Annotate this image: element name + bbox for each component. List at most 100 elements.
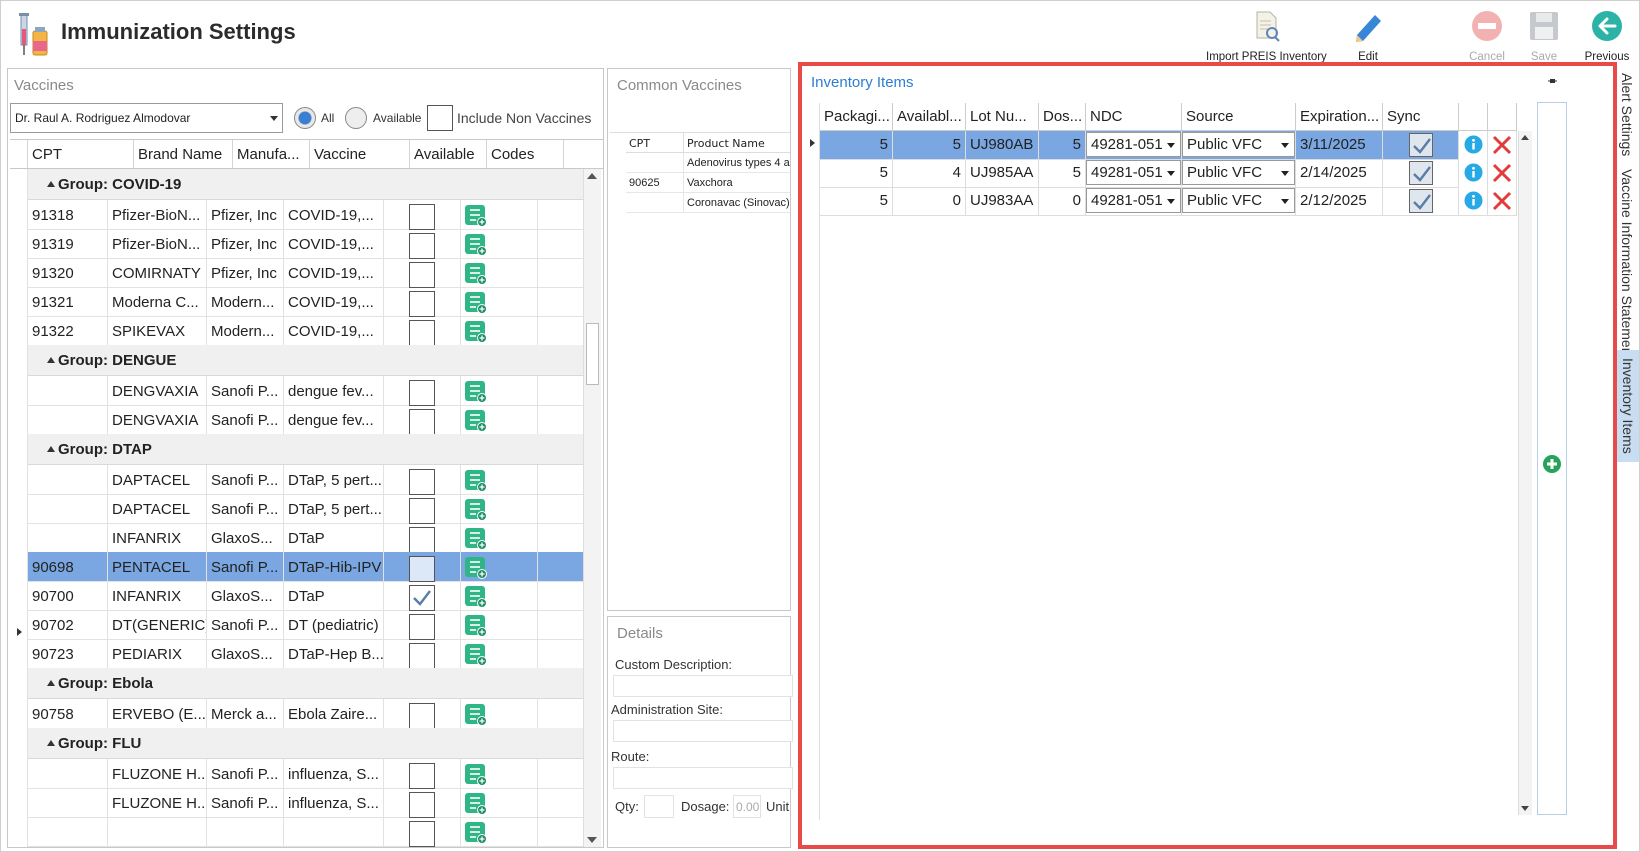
table-row[interactable]: 90758 ERVEBO (E... Merck a... Ebola Zaire..…: [28, 699, 583, 729]
packaging-cell[interactable]: 5: [820, 131, 893, 160]
group-header[interactable]: Group: FLU: [28, 728, 583, 759]
codes-list-icon[interactable]: [465, 615, 487, 637]
available-checkbox[interactable]: [409, 703, 435, 729]
column-header-source[interactable]: Source: [1182, 103, 1296, 131]
list-item[interactable]: 90625 Vaxchora: [626, 173, 790, 193]
column-header-cpt[interactable]: CPT: [28, 140, 134, 168]
available-checkbox[interactable]: [409, 498, 435, 524]
cancel-button[interactable]: Cancel: [1462, 7, 1512, 63]
table-row[interactable]: DENGVAXIA Sanofi P... dengue fev...: [28, 376, 583, 406]
lot-number-cell[interactable]: UJ980AB: [966, 131, 1039, 160]
lot-number-cell[interactable]: UJ985AA: [966, 159, 1039, 188]
pin-icon[interactable]: [1548, 77, 1558, 87]
qty-field[interactable]: [644, 795, 674, 818]
column-header-expiration[interactable]: Expiration...: [1296, 103, 1383, 131]
list-item[interactable]: Adenovirus types 4 a: [626, 153, 790, 173]
provider-dropdown[interactable]: Dr. Raul A. Rodriguez Almodovar: [10, 103, 283, 133]
codes-list-icon[interactable]: [465, 292, 487, 314]
inventory-row[interactable]: 5 0 UJ983AA 0 49281-051 Public VFC 2/12/2025: [820, 187, 1517, 216]
table-row[interactable]: INFANRIX GlaxoS... DTaP: [28, 523, 583, 553]
codes-list-icon[interactable]: [465, 557, 487, 579]
codes-list-icon[interactable]: [465, 499, 487, 521]
codes-list-icon[interactable]: [465, 470, 487, 492]
expiration-cell[interactable]: 2/12/2025: [1296, 187, 1383, 216]
save-button[interactable]: Save: [1519, 7, 1569, 63]
filter-all-radio[interactable]: [294, 107, 316, 129]
available-checkbox[interactable]: [409, 763, 435, 789]
available-checkbox[interactable]: [409, 643, 435, 669]
tab-inventory-items[interactable]: Inventory Items: [1617, 350, 1639, 462]
dosage-field[interactable]: 0.00: [733, 795, 761, 818]
column-header-available[interactable]: Availabl...: [893, 103, 966, 131]
column-header-available[interactable]: Available: [410, 140, 487, 168]
scroll-down-icon[interactable]: [587, 837, 597, 843]
column-header-codes[interactable]: Codes: [487, 140, 564, 168]
column-header-cpt[interactable]: CPT: [626, 133, 684, 152]
available-checkbox[interactable]: [409, 233, 435, 259]
column-header-delete[interactable]: [1488, 103, 1517, 131]
column-header-manufacturer[interactable]: Manufa...: [233, 140, 310, 168]
expiration-cell[interactable]: 3/11/2025: [1296, 131, 1383, 160]
available-checkbox[interactable]: [409, 585, 435, 611]
available-checkbox[interactable]: [409, 792, 435, 818]
doses-cell[interactable]: 0: [1039, 187, 1086, 216]
available-cell[interactable]: 5: [893, 131, 966, 160]
table-row[interactable]: FLUZONE H... Sanofi P... influenza, S...: [28, 759, 583, 789]
ndc-dropdown[interactable]: 49281-051: [1086, 160, 1181, 185]
table-row[interactable]: FLUZONE H... Sanofi P... influenza, S...: [28, 788, 583, 818]
delete-x-icon[interactable]: [1492, 135, 1512, 155]
column-header-ndc[interactable]: NDC: [1086, 103, 1182, 131]
source-dropdown[interactable]: Public VFC: [1182, 188, 1295, 213]
available-checkbox[interactable]: [409, 262, 435, 288]
list-item[interactable]: Coronavac (Sinovac): [626, 193, 790, 213]
table-row[interactable]: 90723 PEDIARIX GlaxoS... DTaP-Hep B...: [28, 639, 583, 669]
inventory-row[interactable]: 5 5 UJ980AB 5 49281-051 Public VFC 3/11/2025: [820, 131, 1517, 160]
codes-list-icon[interactable]: [465, 822, 487, 844]
codes-list-icon[interactable]: [465, 410, 487, 432]
doses-cell[interactable]: 5: [1039, 131, 1086, 160]
available-checkbox[interactable]: [409, 614, 435, 640]
codes-list-icon[interactable]: [465, 586, 487, 608]
group-header[interactable]: Group: DENGUE: [28, 345, 583, 376]
administration-site-field[interactable]: [613, 720, 793, 742]
available-cell[interactable]: 4: [893, 159, 966, 188]
codes-list-icon[interactable]: [465, 234, 487, 256]
info-icon[interactable]: [1464, 191, 1483, 210]
table-row[interactable]: 91318 Pfizer-BioN... Pfizer, Inc COVID-19,.…: [28, 200, 583, 230]
source-dropdown[interactable]: Public VFC: [1182, 132, 1295, 157]
column-header-packaging[interactable]: Packagi...: [820, 103, 893, 131]
route-field[interactable]: [613, 767, 793, 789]
available-checkbox[interactable]: [409, 821, 435, 847]
vaccines-scrollbar[interactable]: [583, 169, 601, 847]
expand-triangle-icon[interactable]: [47, 357, 55, 363]
scroll-up-icon[interactable]: [1521, 135, 1529, 140]
add-circle-icon[interactable]: [1542, 454, 1562, 474]
codes-list-icon[interactable]: [465, 793, 487, 815]
scroll-down-icon[interactable]: [1521, 806, 1529, 811]
available-checkbox[interactable]: [409, 409, 435, 435]
expand-triangle-icon[interactable]: [47, 680, 55, 686]
available-checkbox[interactable]: [409, 469, 435, 495]
codes-list-icon[interactable]: [465, 321, 487, 343]
available-checkbox[interactable]: [409, 527, 435, 553]
table-row[interactable]: 91322 SPIKEVAX Modern... COVID-19,...: [28, 316, 583, 346]
include-non-vaccines-checkbox[interactable]: [427, 105, 453, 131]
packaging-cell[interactable]: 5: [820, 187, 893, 216]
available-checkbox[interactable]: [409, 320, 435, 346]
table-row[interactable]: 90698 PENTACEL Sanofi P... DTaP-Hib-IPV: [28, 552, 583, 582]
table-row-partial[interactable]: [28, 817, 583, 847]
source-dropdown[interactable]: Public VFC: [1182, 160, 1295, 185]
codes-list-icon[interactable]: [465, 528, 487, 550]
sync-checkbox[interactable]: [1408, 161, 1433, 185]
sync-checkbox[interactable]: [1408, 133, 1433, 157]
expand-triangle-icon[interactable]: [47, 181, 55, 187]
filter-available-radio[interactable]: [345, 107, 367, 129]
custom-description-field[interactable]: [613, 675, 793, 697]
available-cell[interactable]: 0: [893, 187, 966, 216]
packaging-cell[interactable]: 5: [820, 159, 893, 188]
tab-alert-settings[interactable]: Alert Settings: [1619, 73, 1635, 156]
table-row[interactable]: 91319 Pfizer-BioN... Pfizer, Inc COVID-19,.…: [28, 229, 583, 259]
expand-triangle-icon[interactable]: [47, 740, 55, 746]
codes-list-icon[interactable]: [465, 644, 487, 666]
tab-vaccine-information-statement[interactable]: Vaccine Information Statement: [1619, 169, 1635, 359]
